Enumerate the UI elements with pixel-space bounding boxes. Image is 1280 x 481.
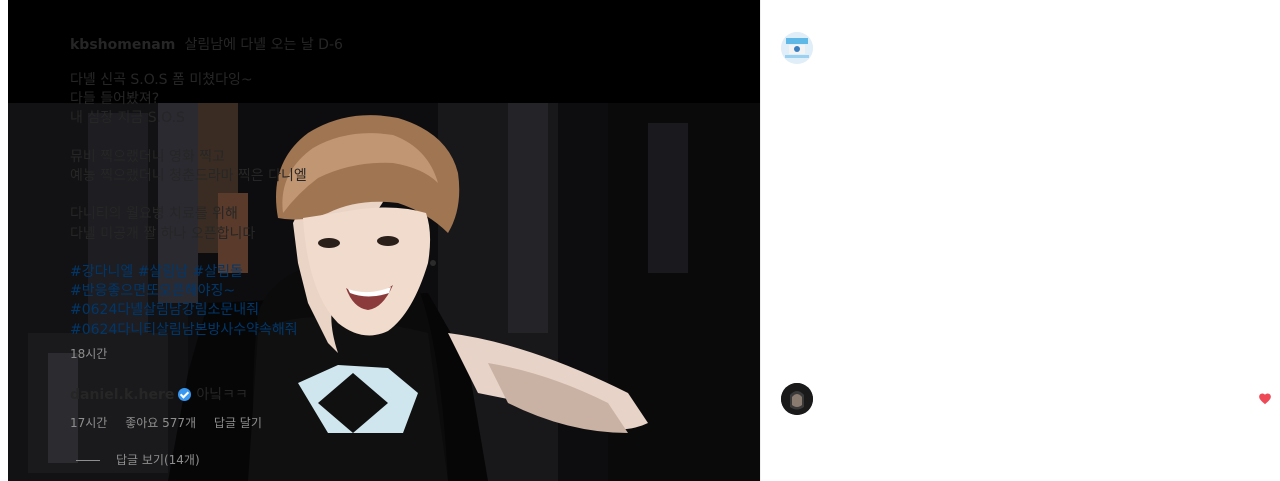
left-gutter [0, 0, 8, 481]
caption-line: 뮤비 찍으랬더니 영화 찍고 [70, 148, 226, 165]
avatar-image [781, 383, 813, 415]
replies-divider [76, 460, 100, 461]
comment-username[interactable]: daniel.k.here [70, 387, 174, 403]
post-side-panel [760, 0, 1280, 481]
caption-title: 살림남에 다녤 오는 날 D-6 [184, 37, 343, 53]
caption-line [70, 244, 490, 263]
caption-line: 예능 찍으랬더니 청춘드라마 찍은 다니엘 [70, 168, 307, 184]
hashtag-line[interactable]: #0624다니티살림남본방사수약속해줘 [70, 321, 490, 340]
caption-line: 다니티의 월요병 치료를 위해 [70, 206, 238, 223]
caption-line [70, 186, 490, 205]
view-replies[interactable]: 답글 보기(14개) [76, 451, 200, 468]
hashtag-line[interactable]: #반응좋으면또오픈해야징~ [70, 282, 490, 301]
comment-meta: 17시간 좋아요 577개 답글 달기 [70, 414, 276, 431]
comment-likes[interactable]: 좋아요 577개 [125, 416, 196, 430]
post-time: 18시간 [70, 346, 108, 361]
heart-icon[interactable] [1258, 392, 1272, 406]
kbshomenam-avatar[interactable] [781, 32, 813, 64]
view-replies-label[interactable]: 답글 보기(14개) [116, 453, 200, 467]
caption-line: 다들 들어봤져? [70, 91, 160, 108]
comment-text: 아닠ㅋㅋ [196, 387, 248, 403]
verified-badge-icon [178, 388, 192, 401]
caption-line: 다녤 신곡 S.O.S 폼 미쳤다잉~ [70, 72, 253, 88]
reply-button[interactable]: 답글 달기 [214, 416, 262, 430]
daniel-avatar[interactable] [781, 383, 813, 415]
comment: daniel.k.here 아닠ㅋㅋ [70, 384, 248, 404]
hashtag-line[interactable]: #강다니엘 #살림남 #살림돌 [70, 263, 490, 282]
post-username[interactable]: kbshomenam [70, 37, 175, 53]
hashtag-line[interactable]: #0624다녤살림남강림소문내줘 [70, 301, 490, 320]
caption-line: 다녤 미공개 짤 하나 오픈합니다 [70, 225, 256, 242]
caption-line: 내 심장 지금 S.O.S [70, 110, 185, 127]
caption-header: kbshomenam 살림남에 다녤 오는 날 D-6 [70, 34, 500, 54]
caption-line [70, 129, 490, 148]
caption-body: 다녤 신곡 S.O.S 폼 미쳤다잉~ 다들 들어봤져? 내 심장 지금 S.O… [70, 71, 490, 364]
comment-time: 17시간 [70, 416, 108, 430]
avatar-image [781, 32, 813, 64]
